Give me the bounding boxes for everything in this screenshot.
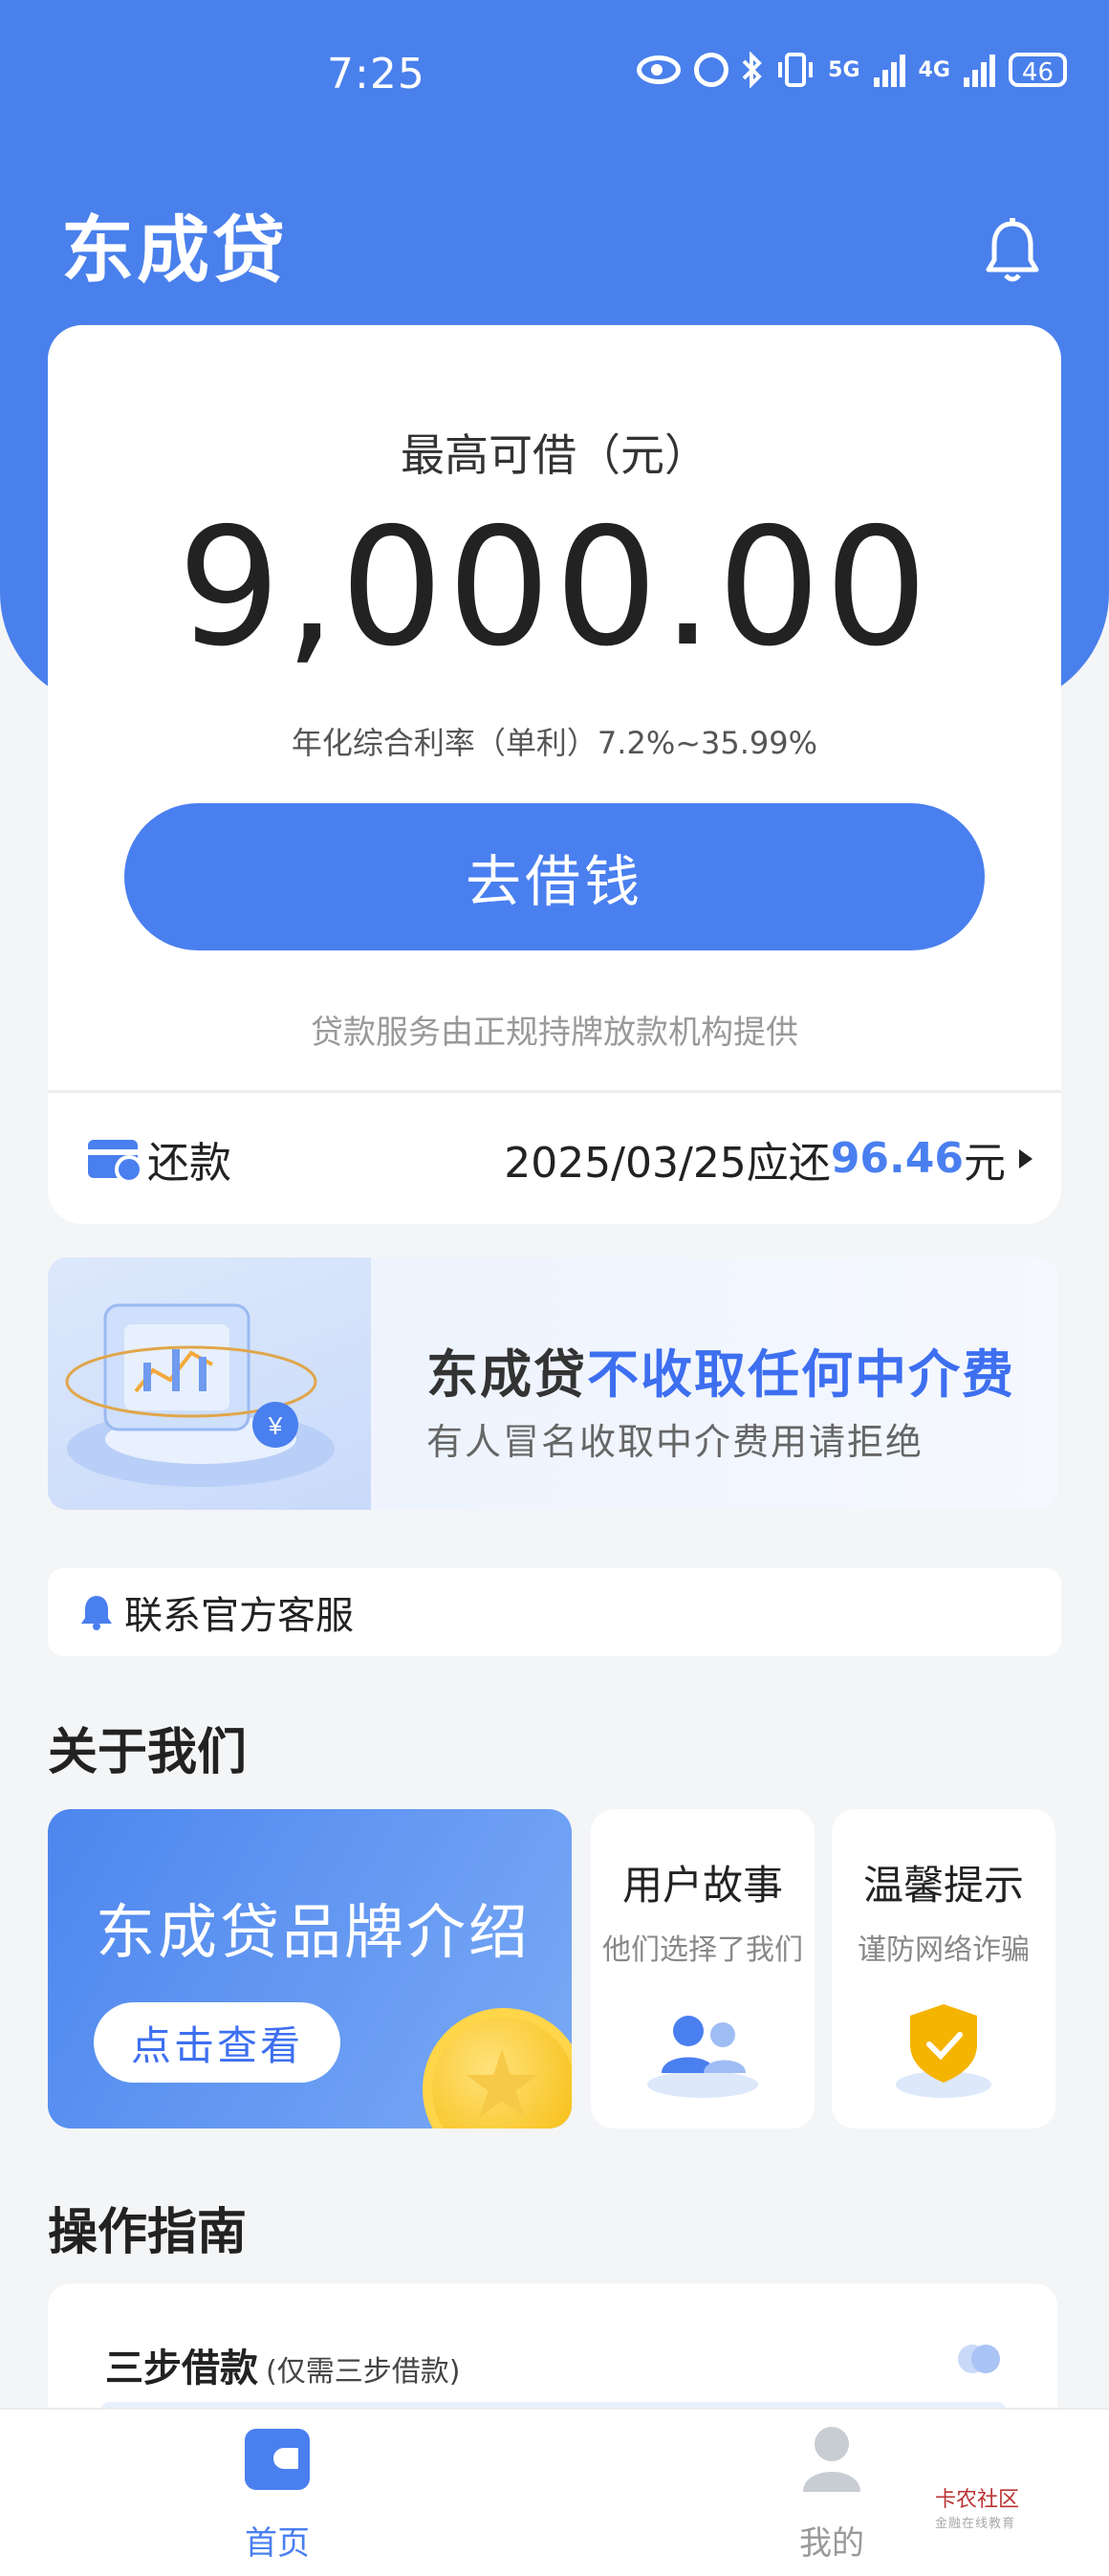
repayment-unit: 元 — [964, 1138, 1006, 1188]
user-icon — [803, 2427, 860, 2492]
about-section-title: 关于我们 — [48, 1724, 248, 1781]
loan-card: 最高可借（元） 9,000.00 年化综合利率（单利）7.2%~35.99% 去… — [48, 325, 1061, 1224]
tab-me-label: 我的 — [799, 2524, 864, 2563]
guide-section-title: 操作指南 — [48, 2204, 248, 2261]
app-title: 东成贷 — [61, 207, 288, 293]
watermark-subtitle: 金融在线教育 — [935, 2517, 1016, 2531]
tab-home-label: 首页 — [245, 2524, 310, 2563]
battery-icon: 46 — [1008, 53, 1067, 87]
signal-icon-2 — [963, 53, 995, 87]
chevron-right-icon — [1019, 1148, 1033, 1168]
carousel-indicator — [958, 2345, 1000, 2373]
eye-icon — [637, 55, 682, 84]
step-title: 三步借款 — [105, 2347, 258, 2390]
tab-home[interactable]: 首页 — [134, 2410, 421, 2576]
warm-tips-card[interactable]: 温馨提示 谨防网络诈骗 — [832, 1809, 1055, 2128]
signal-icon — [873, 53, 905, 87]
bluetooth-icon — [742, 52, 762, 88]
alarm-icon — [694, 53, 729, 87]
user-stories-subtitle: 他们选择了我们 — [602, 1933, 803, 1967]
repayment-date: 2025/03/25应还 — [504, 1138, 831, 1188]
watermark-logo: 卡农社区 金融在线教育 — [935, 2482, 1019, 2531]
status-time: 7:25 — [327, 50, 425, 98]
brand-intro-title: 东成贷品牌介绍 — [96, 1897, 532, 1967]
bell-icon[interactable] — [985, 218, 1040, 285]
step-subtitle: (仅需三步借款) — [266, 2355, 461, 2389]
bell-icon — [81, 1596, 112, 1630]
brand-intro-card[interactable]: 东成贷品牌介绍 点击查看 — [48, 1809, 572, 2128]
users-icon — [647, 2016, 758, 2098]
repayment-row[interactable]: 还款 2025/03/25应还 96.46 元 — [48, 1093, 1061, 1224]
watermark-title: 卡农社区 — [935, 2488, 1020, 2512]
banner-subtitle: 有人冒名收取中介费用请拒绝 — [426, 1421, 924, 1463]
repayment-info: 2025/03/25应还 96.46 元 — [504, 1128, 1033, 1190]
loan-amount: 9,000.00 — [177, 493, 932, 683]
vibrate-icon — [778, 53, 814, 87]
status-bar: 7:25 5G 4G 46 — [0, 0, 1109, 153]
banner-illustration: ¥ — [48, 1257, 371, 1510]
no-fee-banner[interactable]: ¥ 东成贷不收取任何中介费 有人冒名收取中介费用请拒绝 — [48, 1257, 1057, 1510]
star-coin-icon — [423, 2008, 572, 2128]
contact-service-label: 联系官方客服 — [124, 1594, 354, 1638]
warm-tips-title: 温馨提示 — [862, 1862, 1024, 1909]
wallet-icon — [245, 2429, 310, 2490]
banner-title-prefix: 东成贷 — [426, 1344, 587, 1405]
guide-step-title: 三步借款 (仅需三步借款) — [105, 2337, 460, 2392]
borrow-button[interactable]: 去借钱 — [124, 803, 985, 950]
banner-title: 东成贷不收取任何中介费 — [426, 1332, 1015, 1408]
tab-me[interactable]: 我的 — [688, 2410, 975, 2576]
status-icons: 5G 4G 46 — [637, 52, 1067, 88]
contact-service-bar[interactable]: 联系官方客服 — [48, 1568, 1061, 1656]
view-brand-button[interactable]: 点击查看 — [94, 2002, 340, 2083]
user-stories-title: 用户故事 — [621, 1862, 783, 1909]
repayment-label: 还款 — [147, 1138, 231, 1188]
warm-tips-subtitle: 谨防网络诈骗 — [858, 1933, 1030, 1967]
network-4g: 4G — [918, 57, 950, 82]
repayment-amount: 96.46 — [830, 1134, 964, 1183]
wallet-clock-icon — [88, 1139, 143, 1184]
interest-rate: 年化综合利率（单利）7.2%~35.99% — [291, 725, 818, 761]
shield-icon — [896, 2004, 991, 2098]
network-5g: 5G — [828, 57, 860, 82]
service-note: 贷款服务由正规持牌放款机构提供 — [311, 1014, 798, 1052]
svg-text:¥: ¥ — [268, 1411, 283, 1440]
limit-label: 最高可借（元） — [401, 429, 708, 481]
banner-title-highlight: 不收取任何中介费 — [587, 1344, 1015, 1405]
user-stories-card[interactable]: 用户故事 他们选择了我们 — [591, 1809, 815, 2128]
